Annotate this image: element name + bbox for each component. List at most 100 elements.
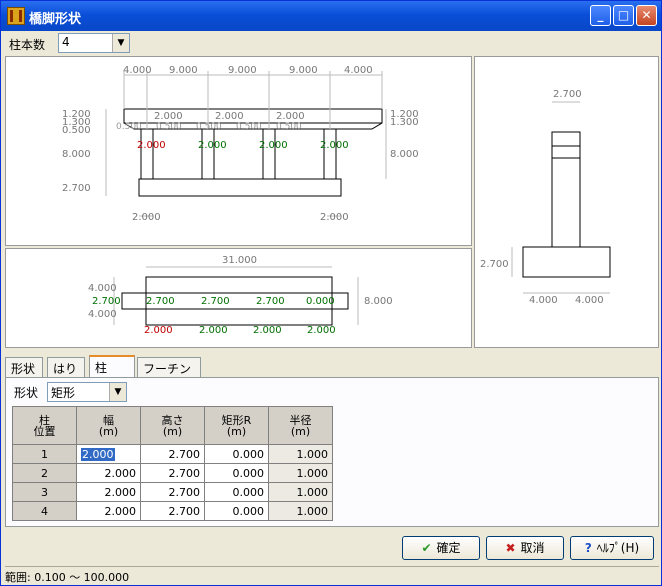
cancel-label: 取消 xyxy=(520,541,545,555)
elevation-left-dim: 2.700 xyxy=(62,183,91,194)
plan-left-dim: 2.700 xyxy=(92,296,121,307)
plan-view: 31.000 4.000 2.700 4.000 8.000 2.700 2.700 2.70… xyxy=(5,248,472,348)
maximize-button[interactable]: □ xyxy=(613,5,634,26)
table-row: 2 2.000 2.700 0.000 1.000 xyxy=(12,463,333,483)
row-header: 3 xyxy=(12,482,77,502)
radius-cell[interactable]: 1.000 xyxy=(268,463,333,483)
elevation-top-dim: 9.000 xyxy=(289,65,318,76)
row-header: 4 xyxy=(12,501,77,521)
elevation-drawing: 4.000 9.000 9.000 9.000 4.0001.2001.3000.500… xyxy=(62,65,419,223)
plan-column-width: 2.000 xyxy=(253,325,282,336)
rect-r-cell[interactable]: 0.000 xyxy=(204,444,269,464)
elevation-left-dim: 8.000 xyxy=(62,149,91,160)
side-column-shape xyxy=(551,131,581,248)
table-row: 4 2.000 2.700 0.000 1.000 xyxy=(12,501,333,521)
plan-left-dim: 4.000 xyxy=(88,283,117,294)
plan-left-dim: 4.000 xyxy=(88,309,117,320)
tab-footing[interactable]: フーチング xyxy=(137,357,201,393)
elevation-beam-dim: 2.000 xyxy=(154,111,183,122)
elevation-column-width: 2.000 xyxy=(259,140,288,151)
dialog-window: 橋脚形状 _ □ ✕ 柱本数 4 ▼ 4.000 9.000 9.000 9.0… xyxy=(0,0,662,586)
minimize-button[interactable]: _ xyxy=(590,5,611,26)
plan-column-depth: 0.000 xyxy=(306,296,335,307)
close-button[interactable]: ✕ xyxy=(636,5,657,26)
plan-right-dim: 8.000 xyxy=(364,296,393,307)
table-row: 3 2.000 2.700 0.000 1.000 xyxy=(12,482,333,502)
pier-app-icon xyxy=(7,7,25,25)
elevation-haunch-dim: 0.500 xyxy=(276,122,302,132)
status-text: 範囲: 0.100 〜 100.000 xyxy=(5,571,130,584)
elevation-haunch-dim: 0.500 xyxy=(116,122,142,132)
rect-r-cell[interactable]: 0.000 xyxy=(204,463,269,483)
column-tab-panel: 形状 矩形 ▼ 柱位置 幅 (m) 高さ (m) 矩形R (m) 半径 (m) 1 2.0… xyxy=(5,377,659,527)
column-count-value: 4 xyxy=(62,35,70,49)
column-2-shape xyxy=(201,128,215,180)
side-top-dim: 2.700 xyxy=(553,89,582,100)
elevation-haunch-dim: 0.500 xyxy=(156,122,182,132)
title-bar[interactable]: 橋脚形状 _ □ ✕ xyxy=(1,1,661,31)
column-header-height: 高さ (m) xyxy=(140,406,205,445)
elevation-left-dim: 0.500 xyxy=(62,125,91,136)
width-cell[interactable]: 2.000 xyxy=(76,463,141,483)
plan-column-width: 2.000 xyxy=(307,325,336,336)
elevation-top-dim: 4.000 xyxy=(123,65,152,76)
radius-cell[interactable]: 1.000 xyxy=(268,444,333,464)
elevation-right-dim: 8.000 xyxy=(390,149,419,160)
window-title: 橋脚形状 xyxy=(29,12,82,27)
row-header: 2 xyxy=(12,463,77,483)
height-cell[interactable]: 2.700 xyxy=(140,482,205,502)
ok-button[interactable]: ✔ 確定 xyxy=(402,536,480,560)
radius-cell[interactable]: 1.000 xyxy=(268,501,333,521)
elevation-top-dim: 9.000 xyxy=(228,65,257,76)
elevation-beam-dim: 2.000 xyxy=(276,111,305,122)
height-cell[interactable]: 2.700 xyxy=(140,444,205,464)
column-1-shape xyxy=(140,128,154,180)
cross-icon: ✖ xyxy=(505,541,516,555)
side-drawing: 2.700 2.700 4.000 4.000 xyxy=(480,89,611,306)
tab-column[interactable]: 柱 xyxy=(89,355,135,378)
plan-column-width: 2.000 xyxy=(144,325,173,336)
height-cell[interactable]: 2.700 xyxy=(140,463,205,483)
plan-length-dim: 31.000 xyxy=(222,255,257,266)
column-3-shape xyxy=(262,128,276,180)
column-header-position: 柱位置 xyxy=(12,406,77,445)
tab-shape[interactable]: 形状 xyxy=(5,357,43,377)
help-label: ﾍﾙﾌﾟ(H) xyxy=(596,541,640,555)
shape-select[interactable]: 矩形 ▼ xyxy=(47,382,127,402)
elevation-right-dim: 1.300 xyxy=(390,117,419,128)
elevation-footing-dim: 2.000 xyxy=(132,212,161,223)
cancel-button[interactable]: ✖ 取消 xyxy=(486,536,564,560)
elevation-column-width: 2.000 xyxy=(198,140,227,151)
width-cell[interactable]: 2.000 xyxy=(76,501,141,521)
rect-r-cell[interactable]: 0.000 xyxy=(204,482,269,502)
elevation-view: 4.000 9.000 9.000 9.000 4.000 1.200 1.300 0.500… xyxy=(5,56,472,246)
help-button[interactable]: ? ﾍﾙﾌﾟ(H) xyxy=(570,536,654,560)
height-cell[interactable]: 2.700 xyxy=(140,501,205,521)
rect-r-cell[interactable]: 0.000 xyxy=(204,501,269,521)
shape-value: 矩形 xyxy=(51,386,76,400)
footing-shape xyxy=(138,178,342,197)
chevron-down-icon[interactable]: ▼ xyxy=(112,34,129,52)
column-table: 柱位置 幅 (m) 高さ (m) 矩形R (m) 半径 (m) 1 2.000 2.700 0… xyxy=(12,406,333,521)
row-header: 1 xyxy=(12,444,77,464)
plan-column-width: 2.000 xyxy=(199,325,228,336)
status-bar: 範囲: 0.100 〜 100.000 xyxy=(5,566,659,584)
elevation-column-width: 2.000 xyxy=(137,140,166,151)
plan-column-depth: 2.700 xyxy=(256,296,285,307)
column-header-radius: 半径 (m) xyxy=(268,406,333,445)
tab-beam[interactable]: はり xyxy=(47,357,85,377)
column-count-label: 柱本数 xyxy=(9,38,46,52)
check-icon: ✔ xyxy=(421,541,432,555)
chevron-down-icon[interactable]: ▼ xyxy=(109,383,126,401)
elevation-haunch-dim: 0.500 xyxy=(236,122,262,132)
column-header-width: 幅 (m) xyxy=(76,406,141,445)
radius-cell[interactable]: 1.000 xyxy=(268,482,333,502)
column-count-select[interactable]: 4 ▼ xyxy=(58,33,130,53)
plan-column-depth: 2.700 xyxy=(201,296,230,307)
plan-column-depth: 2.700 xyxy=(146,296,175,307)
help-icon: ? xyxy=(584,541,592,555)
elevation-haunch-dim: 0.500 xyxy=(196,122,222,132)
width-cell[interactable]: 2.000 xyxy=(76,482,141,502)
width-cell[interactable]: 2.000 xyxy=(76,444,141,464)
ok-label: 確定 xyxy=(436,541,461,555)
